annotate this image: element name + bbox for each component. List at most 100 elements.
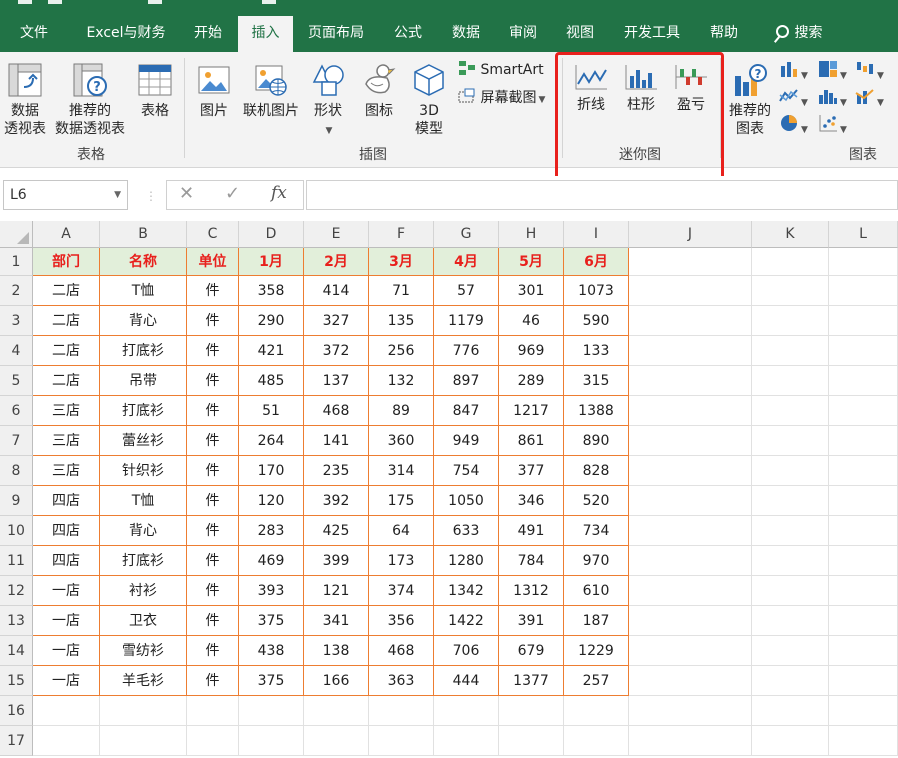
empty-cell[interactable]: [752, 576, 829, 606]
3d-models-button[interactable]: 3D 模型: [408, 62, 450, 138]
tab-file[interactable]: 文件: [8, 14, 60, 52]
data-cell[interactable]: 蕾丝衫: [100, 426, 187, 456]
data-cell[interactable]: 1342: [434, 576, 499, 606]
data-cell[interactable]: 一店: [33, 576, 100, 606]
data-cell[interactable]: 969: [499, 336, 564, 366]
empty-cell[interactable]: [752, 696, 829, 726]
name-box[interactable]: L6 ▼: [3, 180, 128, 210]
data-cell[interactable]: 360: [369, 426, 434, 456]
scatter-chart-button[interactable]: ▼: [818, 114, 847, 136]
empty-cell[interactable]: [829, 516, 898, 546]
data-cell[interactable]: 315: [564, 366, 629, 396]
tab-excel-finance[interactable]: Excel与财务: [76, 14, 176, 52]
empty-cell[interactable]: [629, 636, 752, 666]
data-cell[interactable]: 衬衫: [100, 576, 187, 606]
recommended-charts-button[interactable]: ? 推荐的 图表: [724, 62, 776, 138]
data-cell[interactable]: 421: [239, 336, 304, 366]
row-header-8[interactable]: 8: [0, 456, 33, 486]
empty-cell[interactable]: [304, 726, 369, 756]
row-header-15[interactable]: 15: [0, 666, 33, 696]
data-cell[interactable]: 469: [239, 546, 304, 576]
data-cell[interactable]: 346: [499, 486, 564, 516]
row-header-11[interactable]: 11: [0, 546, 33, 576]
data-cell[interactable]: 264: [239, 426, 304, 456]
smartart-button[interactable]: SmartArt: [458, 60, 544, 78]
data-cell[interactable]: 734: [564, 516, 629, 546]
data-cell[interactable]: 1229: [564, 636, 629, 666]
formula-input[interactable]: [306, 180, 898, 210]
data-cell[interactable]: 173: [369, 546, 434, 576]
empty-cell[interactable]: [829, 486, 898, 516]
empty-cell[interactable]: [564, 726, 629, 756]
empty-cell[interactable]: [629, 366, 752, 396]
data-cell[interactable]: 羊毛衫: [100, 666, 187, 696]
header-cell[interactable]: 4月: [434, 248, 499, 276]
empty-cell[interactable]: [752, 516, 829, 546]
data-cell[interactable]: 吊带: [100, 366, 187, 396]
data-cell[interactable]: 970: [564, 546, 629, 576]
data-cell[interactable]: 46: [499, 306, 564, 336]
row-header-3[interactable]: 3: [0, 306, 33, 336]
data-cell[interactable]: 374: [369, 576, 434, 606]
empty-cell[interactable]: [752, 366, 829, 396]
data-cell[interactable]: 背心: [100, 306, 187, 336]
data-cell[interactable]: 399: [304, 546, 369, 576]
empty-cell[interactable]: [629, 696, 752, 726]
data-cell[interactable]: 341: [304, 606, 369, 636]
data-cell[interactable]: 件: [187, 666, 239, 696]
column-chart-button[interactable]: ▼: [779, 60, 808, 82]
data-cell[interactable]: 356: [369, 606, 434, 636]
pie-chart-button[interactable]: ▼: [779, 114, 808, 136]
empty-cell[interactable]: [752, 336, 829, 366]
data-cell[interactable]: 件: [187, 306, 239, 336]
empty-cell[interactable]: [829, 546, 898, 576]
data-cell[interactable]: 290: [239, 306, 304, 336]
data-cell[interactable]: 375: [239, 666, 304, 696]
shapes-button[interactable]: 形状 ▼: [306, 62, 350, 140]
data-cell[interactable]: 打底衫: [100, 546, 187, 576]
data-cell[interactable]: 949: [434, 426, 499, 456]
empty-cell[interactable]: [33, 726, 100, 756]
empty-cell[interactable]: [434, 726, 499, 756]
column-header-a[interactable]: A: [33, 221, 100, 248]
data-cell[interactable]: 1388: [564, 396, 629, 426]
row-header-9[interactable]: 9: [0, 486, 33, 516]
row-header-14[interactable]: 14: [0, 636, 33, 666]
header-cell[interactable]: 名称: [100, 248, 187, 276]
column-header-h[interactable]: H: [499, 221, 564, 248]
data-cell[interactable]: 件: [187, 546, 239, 576]
data-cell[interactable]: 一店: [33, 636, 100, 666]
data-cell[interactable]: 打底衫: [100, 336, 187, 366]
empty-cell[interactable]: [829, 306, 898, 336]
column-header-f[interactable]: F: [369, 221, 434, 248]
data-cell[interactable]: 二店: [33, 306, 100, 336]
empty-cell[interactable]: [100, 696, 187, 726]
data-cell[interactable]: 897: [434, 366, 499, 396]
data-cell[interactable]: 468: [304, 396, 369, 426]
data-cell[interactable]: 二店: [33, 336, 100, 366]
statistic-chart-button[interactable]: ▼: [818, 87, 847, 109]
row-header-17[interactable]: 17: [0, 726, 33, 756]
waterfall-chart-button[interactable]: ▼: [855, 60, 884, 82]
data-cell[interactable]: 二店: [33, 276, 100, 306]
empty-cell[interactable]: [752, 276, 829, 306]
data-cell[interactable]: 141: [304, 426, 369, 456]
pictures-button[interactable]: 图片: [192, 62, 236, 120]
data-cell[interactable]: 610: [564, 576, 629, 606]
column-header-l[interactable]: L: [829, 221, 898, 248]
row-header-7[interactable]: 7: [0, 426, 33, 456]
data-cell[interactable]: 784: [499, 546, 564, 576]
combo-chart-button[interactable]: ▼: [855, 87, 884, 109]
data-cell[interactable]: 679: [499, 636, 564, 666]
quick-access-icon[interactable]: [262, 0, 276, 4]
empty-cell[interactable]: [369, 696, 434, 726]
data-cell[interactable]: 520: [564, 486, 629, 516]
column-header-e[interactable]: E: [304, 221, 369, 248]
column-header-b[interactable]: B: [100, 221, 187, 248]
empty-cell[interactable]: [829, 666, 898, 696]
empty-cell[interactable]: [752, 726, 829, 756]
row-header-6[interactable]: 6: [0, 396, 33, 426]
empty-cell[interactable]: [829, 248, 898, 276]
empty-cell[interactable]: [629, 666, 752, 696]
tab-home[interactable]: 开始: [184, 14, 232, 52]
